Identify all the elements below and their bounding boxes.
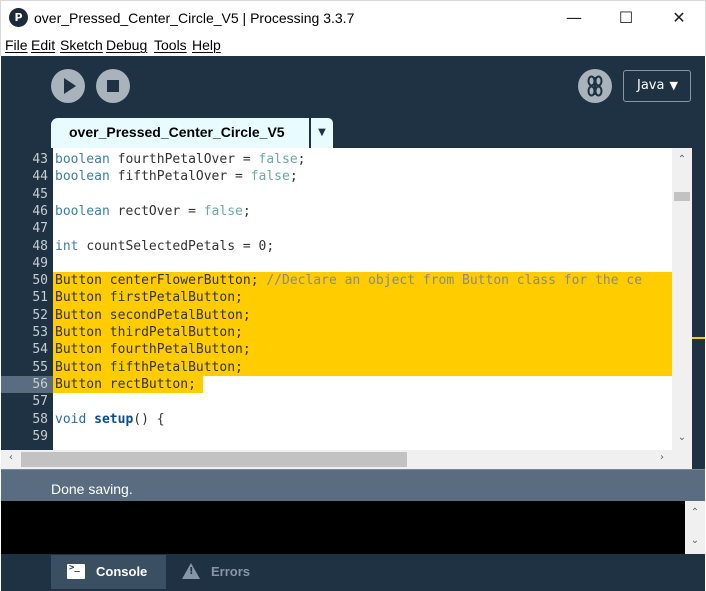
menu-tools[interactable]: Tools bbox=[154, 37, 187, 53]
window-title: over_Pressed_Center_Circle_V5 | Processi… bbox=[34, 10, 355, 26]
menu-debug[interactable]: Debug bbox=[106, 37, 147, 53]
code-line: Button firstPetalButton; bbox=[55, 290, 243, 306]
close-button[interactable]: ✕ bbox=[656, 1, 702, 35]
console-scrollbar[interactable]: ⌃ ⌄ bbox=[685, 501, 705, 554]
line-number: 45 bbox=[32, 186, 48, 202]
stop-icon bbox=[107, 80, 119, 92]
code-line: Button secondPetalButton; bbox=[55, 307, 251, 323]
code-line: Button fifthPetalButton; bbox=[55, 359, 243, 375]
line-number: 55 bbox=[32, 359, 48, 375]
run-button[interactable] bbox=[51, 69, 85, 103]
mode-label: Java bbox=[637, 78, 665, 93]
code-line: int countSelectedPetals = 0; bbox=[55, 238, 275, 254]
scroll-up-icon[interactable]: ⌃ bbox=[685, 507, 705, 518]
scroll-down-icon[interactable]: ⌄ bbox=[685, 535, 705, 546]
code-line: boolean rectOver = false; bbox=[55, 203, 251, 219]
menu-help[interactable]: Help bbox=[192, 37, 221, 53]
line-number: 50 bbox=[32, 273, 48, 289]
minimize-button[interactable]: — bbox=[551, 1, 597, 35]
line-number: 57 bbox=[32, 394, 48, 410]
line-number: 47 bbox=[32, 221, 48, 237]
editor-vertical-scrollbar[interactable]: ⌃ ⌄ bbox=[672, 148, 692, 450]
tab-errors[interactable]: Errors bbox=[166, 555, 268, 589]
console-tab-label: Console bbox=[96, 564, 148, 579]
line-number: 58 bbox=[32, 411, 48, 427]
line-number-gutter: 43 44 45 46 47 48 49 50 51 52 53 54 55 5… bbox=[1, 148, 53, 450]
editor-horizontal-scrollbar[interactable]: ‹ › bbox=[1, 450, 672, 469]
code-line: Button fourthPetalButton; bbox=[55, 342, 251, 358]
line-number: 48 bbox=[32, 238, 48, 254]
status-message: Done saving. bbox=[51, 481, 133, 497]
footer-tabs: Console Errors bbox=[1, 554, 705, 591]
code-line: Button thirdPetalButton; bbox=[55, 325, 243, 340]
code-line: boolean fifthPetalOver = false; bbox=[55, 169, 298, 185]
mode-selector[interactable]: Java ▼ bbox=[623, 70, 691, 102]
line-number: 54 bbox=[32, 342, 48, 358]
menu-bar: File Edit Sketch Debug Tools Help bbox=[0, 35, 706, 56]
title-bar: P over_Pressed_Center_Circle_V5 | Proces… bbox=[0, 0, 706, 35]
code-line: void setup() { bbox=[55, 411, 165, 427]
stop-button[interactable] bbox=[96, 69, 130, 103]
errors-tab-label: Errors bbox=[211, 564, 251, 579]
code-line: boolean fourthPetalOver = false; bbox=[55, 152, 306, 167]
line-number: 46 bbox=[32, 203, 48, 219]
scroll-thumb[interactable] bbox=[674, 192, 690, 201]
menu-sketch[interactable]: Sketch bbox=[60, 37, 103, 53]
error-column bbox=[692, 148, 705, 469]
code-line: Button rectButton; bbox=[55, 376, 196, 392]
line-number: 51 bbox=[32, 290, 48, 306]
menu-edit[interactable]: Edit bbox=[31, 37, 55, 53]
tab-console[interactable]: Console bbox=[51, 555, 166, 589]
line-number: 49 bbox=[32, 255, 48, 271]
scrollbar-corner bbox=[672, 450, 692, 469]
chevron-down-icon: ▼ bbox=[669, 79, 678, 92]
console-output[interactable] bbox=[1, 501, 685, 554]
code-line: Button centerFlowerButton; //Declare an … bbox=[55, 273, 643, 289]
debugger-button[interactable] bbox=[578, 69, 612, 103]
scroll-left-icon[interactable]: ‹ bbox=[1, 452, 21, 463]
play-icon bbox=[64, 78, 76, 94]
line-number: 43 bbox=[32, 152, 48, 167]
scroll-right-icon[interactable]: › bbox=[652, 452, 672, 463]
tab-label: over_Pressed_Center_Circle_V5 bbox=[69, 124, 285, 140]
butterfly-icon bbox=[587, 75, 603, 97]
maximize-button[interactable]: ☐ bbox=[603, 1, 649, 35]
scroll-up-icon[interactable]: ⌃ bbox=[672, 154, 692, 165]
console-icon bbox=[67, 563, 85, 579]
code-editor[interactable]: boolean fourthPetalOver = false; boolean… bbox=[53, 148, 672, 450]
status-bar: Done saving. bbox=[1, 469, 705, 501]
processing-app-icon: P bbox=[9, 8, 28, 27]
tab-sketch[interactable]: over_Pressed_Center_Circle_V5 bbox=[51, 118, 309, 148]
line-number: 53 bbox=[32, 325, 48, 340]
menu-file[interactable]: File bbox=[5, 37, 28, 53]
line-number: 44 bbox=[32, 169, 48, 185]
toolbar: Java ▼ over_Pressed_Center_Circle_V5 ▼ bbox=[1, 56, 705, 148]
line-number: 59 bbox=[32, 428, 48, 444]
tab-menu-button[interactable]: ▼ bbox=[311, 118, 333, 148]
scroll-down-icon[interactable]: ⌄ bbox=[672, 432, 692, 443]
line-number: 52 bbox=[32, 307, 48, 323]
scroll-thumb[interactable] bbox=[21, 452, 407, 467]
line-number: 56 bbox=[32, 376, 48, 392]
line-marker bbox=[692, 337, 705, 339]
warning-icon bbox=[182, 563, 200, 579]
